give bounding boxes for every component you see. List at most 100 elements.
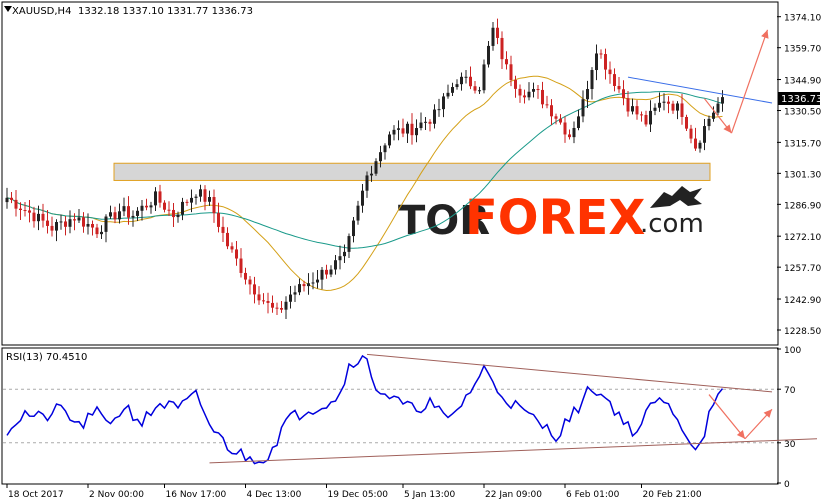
candle-body xyxy=(68,219,72,227)
price-axis-label: 1272.10 xyxy=(784,233,821,243)
candle-body xyxy=(176,214,180,218)
candle-body xyxy=(262,300,265,302)
candle-body xyxy=(694,138,697,149)
time-axis-label: 4 Dec 13:00 xyxy=(247,490,302,500)
price-axis-label: 1344.90 xyxy=(784,77,821,87)
candle-body xyxy=(5,197,9,203)
price-axis-label: 1330.50 xyxy=(784,108,821,118)
chart-stage: TOR FOREX .com XAUUSD,H4 1332.18 1337.10… xyxy=(0,0,821,504)
candle-body xyxy=(595,53,598,71)
candle-body xyxy=(77,217,81,221)
candle-body xyxy=(149,205,153,208)
ohlc-label: 1332.18 1337.10 1331.77 1336.73 xyxy=(78,6,253,17)
candle-body xyxy=(280,307,283,310)
candle-body xyxy=(428,121,432,124)
candle-body xyxy=(113,212,117,220)
candle-body xyxy=(194,196,198,198)
candle-body xyxy=(50,225,54,231)
candle-body xyxy=(527,91,531,98)
watermark-forex: FOREX xyxy=(465,190,645,246)
candle-body xyxy=(473,86,477,91)
rsi-panel[interactable]: RSI(13) 70.4510 xyxy=(1,347,818,485)
candle-body xyxy=(698,142,702,149)
candle-body xyxy=(631,106,634,112)
time-axis-label: 2 Nov 00:00 xyxy=(89,490,144,500)
candle-body xyxy=(509,64,513,81)
candle-body xyxy=(248,279,252,285)
candle-body xyxy=(230,246,234,250)
candle-body xyxy=(523,95,526,98)
candle-body xyxy=(604,54,607,70)
candle-body xyxy=(311,282,315,284)
candle-body xyxy=(451,87,454,93)
candle-body xyxy=(235,249,238,259)
candle-body xyxy=(572,127,576,138)
candle-body xyxy=(64,221,67,227)
candle-body xyxy=(640,114,643,116)
rsi-title: RSI(13) 70.4510 xyxy=(6,352,87,363)
candle-body xyxy=(559,118,562,123)
candle-body xyxy=(424,121,427,123)
price-panel[interactable]: TOR FOREX .com XAUUSD,H4 1332.18 1337.10… xyxy=(1,1,779,346)
candle-body xyxy=(613,74,616,86)
candle-body xyxy=(586,89,589,100)
candle-body xyxy=(491,27,495,46)
candle-body xyxy=(482,64,486,91)
candle-body xyxy=(388,134,391,146)
candle-body xyxy=(581,99,585,117)
candle-body xyxy=(41,213,45,221)
candle-body xyxy=(316,279,319,283)
candle-body xyxy=(59,221,63,223)
candle-body xyxy=(307,283,310,287)
time-axis-label: 18 Oct 2017 xyxy=(8,490,64,500)
price-axis-label: 1242.90 xyxy=(784,296,821,306)
candle-body xyxy=(680,103,684,117)
candle-body xyxy=(244,272,247,280)
candle-body xyxy=(136,210,139,216)
candle-body xyxy=(154,191,157,206)
candle-body xyxy=(622,89,625,99)
candle-body xyxy=(505,59,508,65)
candle-body xyxy=(167,209,171,211)
candle-body xyxy=(23,210,27,212)
candle-body xyxy=(343,251,346,257)
candle-body xyxy=(415,128,418,136)
candle-body xyxy=(577,116,580,128)
candle-body xyxy=(410,123,414,136)
candle-body xyxy=(617,85,621,90)
candle-body xyxy=(203,189,207,202)
time-axis-label: 16 Nov 17:00 xyxy=(166,490,227,500)
price-axis-label: 1374.10 xyxy=(784,14,821,24)
candle-body xyxy=(689,128,693,139)
watermark-dotcom: .com xyxy=(640,209,704,239)
candle-body xyxy=(460,76,463,85)
rsi-axis-label: 100 xyxy=(784,346,801,356)
candle-body xyxy=(712,112,715,119)
candle-body xyxy=(433,109,436,124)
candle-body xyxy=(100,231,103,235)
candle-body xyxy=(73,219,76,221)
symbol-label: XAUUSD,H4 xyxy=(12,6,71,17)
candle-body xyxy=(257,294,261,301)
current-price-badge-text: 1336.73 xyxy=(781,94,821,105)
candle-body xyxy=(32,212,36,222)
candle-body xyxy=(379,152,382,162)
candle-body xyxy=(28,210,31,213)
time-axis-label: 5 Jan 13:00 xyxy=(404,490,456,500)
candle-body xyxy=(635,106,639,115)
candle-body xyxy=(653,107,657,111)
candle-body xyxy=(658,102,661,108)
time-axis-label: 6 Feb 01:00 xyxy=(566,490,620,500)
candle-body xyxy=(518,88,522,96)
candle-body xyxy=(217,213,220,227)
candle-body xyxy=(289,294,292,302)
price-axis-label: 1301.30 xyxy=(784,170,821,180)
candle-body xyxy=(707,118,711,127)
candle-body xyxy=(442,96,445,110)
candle-body xyxy=(325,269,328,275)
candle-body xyxy=(55,222,58,231)
candle-body xyxy=(271,302,274,308)
candle-body xyxy=(298,284,301,293)
candle-body xyxy=(221,226,225,233)
candle-body xyxy=(626,98,630,112)
